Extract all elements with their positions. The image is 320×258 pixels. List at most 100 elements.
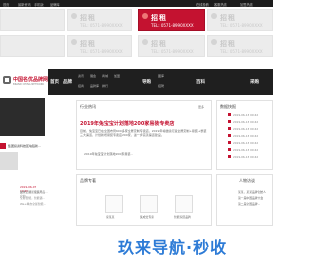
bullet-icon [228, 134, 231, 137]
ad-row: 招租 TEL: 0571-8990XXXX 招租 TEL: 0571-8990XXX… [0, 9, 273, 33]
list-date: 2019-06-13 09:42 [233, 112, 259, 117]
ad-slot[interactable]: 招租 TEL: 0571-8990XXXX [67, 35, 132, 57]
top-home-link[interactable]: 首页 [3, 2, 9, 7]
nav-item[interactable]: 商城 [102, 74, 108, 78]
list-date: 2019-06-13 09:42 [233, 126, 259, 131]
ad-slot[interactable]: 招租 TEL: 0571-8990XXXX [138, 35, 205, 57]
top-link-join[interactable]: 加盟热线 [240, 2, 253, 7]
ad-title: 招租 [80, 40, 96, 48]
nav-item[interactable]: 加盟 [114, 74, 120, 78]
data-list-item[interactable]: 2019-06-13 09:42 [228, 148, 272, 152]
news-header: 行业热讯 [80, 104, 96, 109]
ad-icon [71, 13, 77, 19]
ad-icon [142, 13, 148, 19]
ad-icon [142, 39, 148, 45]
news-headline[interactable]: 2019年兔宝宝计划落地200家易装专卖店 [80, 120, 210, 127]
ad-title: 招租 [80, 14, 96, 22]
nav-item[interactable]: 展会 [90, 74, 96, 78]
data-list-item[interactable]: 2019-06-13 09:42 [228, 113, 272, 117]
nav-item[interactable]: 排行 [102, 84, 108, 88]
top-link-mobile[interactable]: 手机版 [34, 2, 44, 7]
people-line[interactable]: 某某，某某品牌创始人 [238, 190, 266, 194]
site-logo[interactable]: 中国名优品牌网 BRAND CHINA NETWORK [0, 69, 48, 95]
logo-text: 中国名优品牌网 [13, 77, 49, 83]
left-feature-image[interactable] [0, 98, 45, 136]
feature-badge [0, 143, 6, 149]
top-link-news[interactable]: 最新资讯 [18, 2, 31, 7]
nav-item[interactable]: 招商 [78, 84, 84, 88]
brand-label[interactable]: 家某某 [106, 215, 114, 219]
nav-item[interactable]: 百科 [196, 79, 205, 85]
bullet-icon [228, 148, 231, 151]
nav-item[interactable]: 品牌 [63, 79, 72, 85]
feature-text: 反映，智能家居产品... [20, 190, 48, 194]
people-header: 人物访谈 [239, 178, 255, 183]
ad-phone: TEL: 0571-8990XXXX [151, 49, 194, 54]
news-more-link[interactable]: 更多 [198, 105, 204, 109]
ad-phone: TEL: 0571-8990XXXX [80, 23, 123, 28]
brand-header: 品牌专著 [80, 178, 96, 183]
ad-slot[interactable] [0, 9, 65, 31]
ad-icon [211, 13, 217, 19]
list-date: 2019-06-13 09:42 [233, 154, 259, 159]
watermark-text: 玖来导航·秒收 [118, 238, 228, 257]
top-link-submit[interactable]: 在线投稿 [196, 2, 209, 7]
list-date: 2019-06-13 09:42 [233, 147, 259, 152]
data-header: 数据快报 [220, 104, 236, 109]
data-list-item[interactable]: 2019-06-13 09:42 [228, 134, 272, 138]
top-link-brands[interactable]: 品牌库 [50, 2, 60, 7]
brand-label[interactable]: 集成灶专家 [140, 215, 154, 219]
ad-icon [211, 39, 217, 45]
bullet-icon [228, 127, 231, 130]
top-link-hotline[interactable]: 客服热线 [214, 2, 227, 7]
data-list-item[interactable]: 2019-06-13 09:42 [228, 120, 272, 124]
watermark-banner: 玖来导航·秒收 [0, 230, 273, 258]
news-summary: 目前，兔宝宝已在全国布局600多家全屋定制专卖店，2019年将继续打造全屋定制+… [80, 129, 207, 137]
nav-item[interactable]: 采购 [250, 79, 259, 85]
ad-phone: TEL: 0571-8990XXXX [80, 49, 123, 54]
nav-item[interactable]: 导购 [142, 79, 151, 85]
list-date: 2019-06-13 09:42 [233, 140, 259, 145]
nav-item[interactable]: 资讯 [78, 74, 84, 78]
ad-slot[interactable] [0, 35, 65, 57]
brand-thumb[interactable] [175, 195, 193, 213]
data-list-item[interactable]: 2019-06-13 09:42 [228, 141, 272, 145]
ad-title: 招租 [151, 40, 167, 48]
brand-label[interactable]: 智能家居品牌 [174, 215, 191, 219]
bullet-icon [228, 141, 231, 144]
ad-phone: TEL: 0571-8990XXXX [220, 23, 263, 28]
data-list-item[interactable]: 2019-06-13 09:42 [228, 127, 272, 131]
people-line[interactable]: 第二届全国品牌... [238, 202, 260, 206]
bullet-icon [228, 120, 231, 123]
feature-text: We+举办全屋智能... [20, 202, 47, 206]
nav-item[interactable]: 首页 [50, 79, 59, 85]
top-bar: 首页 最新资讯 手机版 品牌库 在线投稿 客服热线 加盟热线 [0, 0, 273, 7]
nav-item[interactable]: 图库 [158, 74, 164, 78]
ad-slot[interactable]: 招租 TEL: 0571-8990XXXX [207, 35, 273, 57]
brand-thumb[interactable] [140, 195, 158, 213]
data-list-item[interactable]: 2019-06-13 09:42 [228, 155, 272, 159]
brand-thumb[interactable] [105, 195, 123, 213]
nav-item[interactable]: 品牌库 [90, 84, 99, 88]
ad-title: 招租 [151, 14, 167, 22]
bullet-icon [228, 155, 231, 158]
bullet-icon [228, 113, 231, 116]
ad-phone: TEL: 0571-8990XXXX [151, 23, 194, 28]
ad-slot[interactable]: 招租 TEL: 0571-8990XXXX [67, 9, 132, 31]
ad-slot[interactable]: 招租 TEL: 0571-8990XXXX [207, 9, 273, 31]
logo-icon [3, 76, 11, 84]
people-line[interactable]: 第一届中国品牌大会 [238, 196, 263, 200]
logo-subtitle: BRAND CHINA NETWORK [13, 83, 45, 86]
ad-title: 招租 [220, 40, 236, 48]
left-feature-panel: 集团投资科技区块链新... 2019-06-07 19:46 由于近期，很多用户… [0, 143, 45, 198]
feature-text: 全屋智能，智能锁... [20, 196, 46, 200]
list-date: 2019-06-13 09:42 [233, 119, 259, 124]
news-list-item[interactable]: 2019年兔宝宝计划落地200家易装... [84, 152, 204, 156]
feature-caption[interactable]: 集团投资科技区块链新... [8, 144, 41, 148]
nav-item[interactable]: 招聘 [158, 84, 164, 88]
ad-icon [71, 39, 77, 45]
ad-slot[interactable]: 招租 TEL: 0571-8990XXXX [138, 9, 205, 31]
list-date: 2019-06-13 09:42 [233, 133, 259, 138]
ad-title: 招租 [220, 14, 236, 22]
feature-thumb[interactable] [0, 152, 18, 170]
